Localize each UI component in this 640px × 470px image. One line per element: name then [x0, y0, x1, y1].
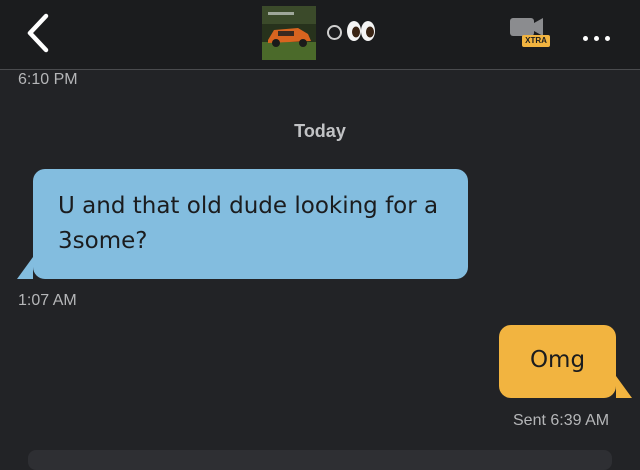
more-options-button[interactable]: [583, 26, 617, 41]
message-text: Omg: [529, 347, 586, 373]
profile-photo-icon: [262, 6, 316, 60]
date-separator: Today: [294, 121, 346, 141]
back-button[interactable]: [18, 12, 62, 56]
more-dots-icon: [605, 36, 610, 41]
message-composer[interactable]: [28, 450, 612, 470]
xtra-badge: XTRA: [522, 35, 550, 47]
eyes-emoji-icon: [347, 21, 375, 41]
previous-message-timestamp: 6:10 PM: [18, 71, 78, 88]
sent-message-timestamp: Sent 6:39 AM: [513, 412, 610, 429]
bubble-tail: [17, 257, 33, 279]
avatar[interactable]: [262, 6, 316, 60]
more-dots-icon: [594, 36, 599, 41]
bubble-tail: [616, 376, 632, 398]
chevron-left-icon: [27, 13, 49, 53]
sent-message-bubble[interactable]: Omg: [499, 325, 632, 398]
chat-header: XTRA: [0, 0, 640, 70]
more-dots-icon: [583, 36, 588, 41]
message-text: U and that old dude looking for a 3some?: [58, 193, 439, 254]
received-message-timestamp: 1:07 AM: [18, 292, 77, 309]
received-message-bubble[interactable]: U and that old dude looking for a 3some?: [17, 169, 468, 279]
online-status-icon: [327, 25, 342, 40]
